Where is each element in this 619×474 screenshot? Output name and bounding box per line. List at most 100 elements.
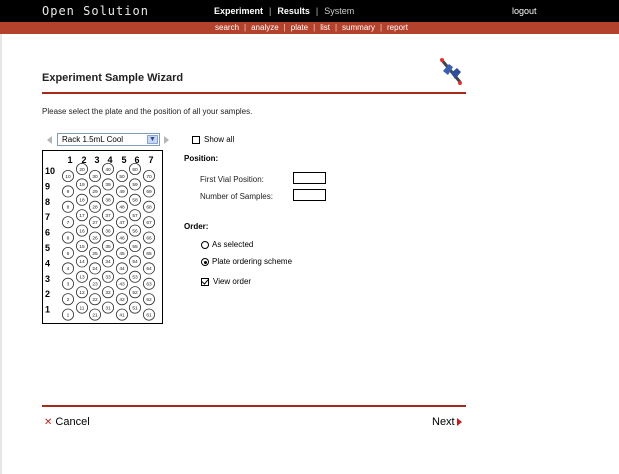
radio-plate-scheme[interactable]: Plate ordering scheme xyxy=(201,257,292,266)
plate-well-label: 25 xyxy=(92,251,98,257)
plate-well-label: 66 xyxy=(146,235,152,241)
nav-item-system[interactable]: System xyxy=(318,6,360,16)
first-vial-input[interactable] xyxy=(293,172,326,184)
subnav-item-list[interactable]: list xyxy=(315,23,335,32)
subnav-item-summary[interactable]: summary xyxy=(337,23,380,32)
next-button[interactable]: Next xyxy=(432,416,462,428)
view-order-box[interactable] xyxy=(201,277,209,286)
plate-well-label: 54 xyxy=(132,259,138,265)
chevron-down-icon[interactable]: ▼ xyxy=(147,135,158,144)
plate-well-label: 7 xyxy=(67,220,70,226)
plate-well-label: 10 xyxy=(65,174,71,180)
plate-well-label: 41 xyxy=(119,312,125,318)
plate-well-label: 68 xyxy=(146,205,152,211)
plate-well-label: 45 xyxy=(119,251,125,257)
plate-col-header: 5 xyxy=(121,155,126,165)
plate-well-label: 17 xyxy=(79,213,85,219)
subnav-item-report[interactable]: report xyxy=(382,23,413,32)
plate-well-label: 43 xyxy=(119,282,125,288)
plate-well-label: 9 xyxy=(67,189,70,195)
plate-well-label: 29 xyxy=(92,189,98,195)
subnav-item-plate[interactable]: plate xyxy=(286,23,313,32)
plate-well-label: 46 xyxy=(119,235,125,241)
num-samples-input[interactable] xyxy=(293,189,326,201)
plate-well-label: 30 xyxy=(92,174,98,180)
plate-well-label: 20 xyxy=(79,167,85,173)
plate-well-label: 19 xyxy=(79,182,85,188)
rack-select[interactable]: Rack 1.5mL Cool ▼ xyxy=(57,133,160,146)
show-all-label: Show all xyxy=(204,135,235,144)
plate-well-label: 50 xyxy=(119,174,125,180)
plate-well-label: 60 xyxy=(132,167,138,173)
plate-well-label: 67 xyxy=(146,220,152,226)
plate-col-header: 7 xyxy=(148,155,153,165)
plate-well-label: 47 xyxy=(119,220,125,226)
plate-well-label: 49 xyxy=(119,189,125,195)
plate-row-label: 7 xyxy=(45,212,50,222)
plate-well-label: 32 xyxy=(105,290,111,296)
plate-well-label: 51 xyxy=(132,305,138,311)
top-bar: Open Solution Experiment | Results | System … xyxy=(0,0,619,22)
cancel-label: Cancel xyxy=(55,416,90,428)
order-heading: Order: xyxy=(184,222,209,231)
plate-well-label: 64 xyxy=(146,266,152,272)
plate-well-label: 40 xyxy=(105,167,111,173)
plate-well-label: 38 xyxy=(105,198,111,204)
next-label: Next xyxy=(432,416,455,428)
plate-well-label: 53 xyxy=(132,275,138,281)
plate-row-label: 9 xyxy=(45,181,50,191)
plate-row-label: 4 xyxy=(45,258,50,268)
plate-well-label: 8 xyxy=(67,205,70,211)
subnav-item-analyze[interactable]: analyze xyxy=(246,23,284,32)
show-all-box[interactable] xyxy=(192,135,200,144)
plate-well-label: 42 xyxy=(119,297,125,303)
plate-well-label: 3 xyxy=(67,282,70,288)
plate-row-label: 2 xyxy=(45,289,50,299)
plate-row-label: 6 xyxy=(45,228,50,238)
subnav-item-search[interactable]: search xyxy=(210,23,244,32)
plate-well-label: 21 xyxy=(92,312,98,318)
plate-row-label: 5 xyxy=(45,243,50,253)
intro-text: Please select the plate and the position… xyxy=(42,107,253,116)
plate-well-label: 16 xyxy=(79,228,85,234)
radio-as-selected-dot[interactable] xyxy=(201,240,209,249)
plate-well-label: 48 xyxy=(119,205,125,211)
plate-grid[interactable]: 1 2 3 4 5 6 7 10 9 8 7 6 5 4 3 2 1 10 20 30 40 50 60 70 9 19 29 39 4… xyxy=(42,150,163,324)
plate-row-label: 1 xyxy=(45,305,50,315)
radio-plate-scheme-dot[interactable] xyxy=(201,257,209,266)
rack-next-arrow-icon[interactable] xyxy=(164,136,169,144)
num-samples-label: Number of Samples: xyxy=(200,192,273,201)
main-nav: Experiment | Results | System xyxy=(208,6,360,16)
plate-well-label: 22 xyxy=(92,297,98,303)
plate-well-label: 69 xyxy=(146,189,152,195)
position-heading: Position: xyxy=(184,154,219,163)
sub-nav: search | analyze | plate | list | summary | report xyxy=(210,23,413,32)
cancel-button[interactable]: ✕ Cancel xyxy=(44,416,90,428)
show-all-checkbox[interactable]: Show all xyxy=(192,135,234,144)
sub-nav-bar: search | analyze | plate | list | summary | report xyxy=(0,22,619,34)
plate-well-label: 65 xyxy=(146,251,152,257)
plate-well-label: 62 xyxy=(146,297,152,303)
plate-well-label: 12 xyxy=(79,290,85,296)
logout-link[interactable]: logout xyxy=(512,6,537,16)
plate-svg[interactable]: 1 2 3 4 5 6 7109876543211020304050607091929394… xyxy=(43,151,164,325)
plate-well-label: 31 xyxy=(105,305,111,311)
plate-well-label: 58 xyxy=(132,198,138,204)
nav-item-experiment[interactable]: Experiment xyxy=(208,6,269,16)
plate-well-label: 4 xyxy=(67,266,70,272)
plate-well-label: 44 xyxy=(119,266,125,272)
page-title: Experiment Sample Wizard xyxy=(42,72,184,84)
close-icon: ✕ xyxy=(44,416,53,428)
wizard-wand-icon xyxy=(439,58,462,85)
plate-well-label: 15 xyxy=(79,244,85,250)
radio-as-selected[interactable]: As selected xyxy=(201,240,253,249)
footer-divider xyxy=(42,405,466,407)
plate-well-label: 63 xyxy=(146,282,152,288)
nav-item-results[interactable]: Results xyxy=(271,6,316,16)
plate-well-label: 18 xyxy=(79,198,85,204)
title-divider xyxy=(42,92,466,94)
plate-well-label: 37 xyxy=(105,213,111,219)
view-order-checkbox[interactable]: View order xyxy=(201,277,251,286)
rack-prev-arrow-icon[interactable] xyxy=(47,136,52,144)
plate-well-label: 61 xyxy=(146,312,152,318)
